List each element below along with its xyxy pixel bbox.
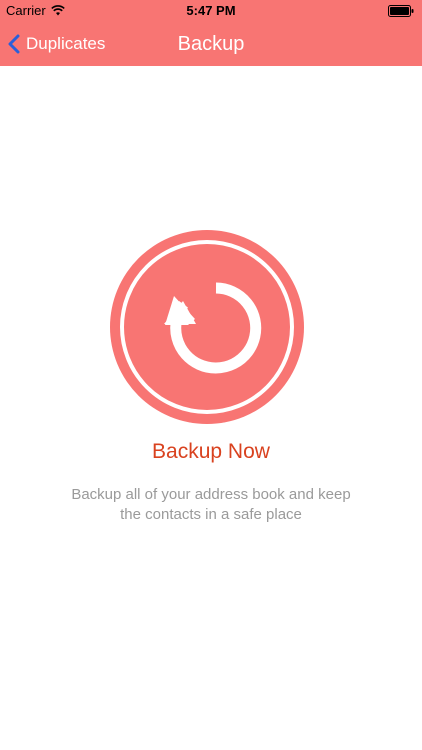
backup-now-button[interactable]: Backup Now: [0, 440, 422, 464]
battery-icon: [388, 5, 414, 17]
status-bar: Carrier 5:47 PM: [0, 0, 422, 22]
page-title: Backup: [177, 33, 245, 55]
navigation-bar: Duplicates Backup: [0, 22, 422, 66]
screen: Carrier 5:47 PM Duplicates Backup Backup…: [0, 0, 422, 750]
backup-button[interactable]: [110, 230, 304, 424]
header-bar: Carrier 5:47 PM Duplicates Backup: [0, 0, 422, 66]
status-time: 5:47 PM: [186, 3, 236, 18]
backup-description: Backup all of your address book and keep…: [71, 486, 351, 523]
